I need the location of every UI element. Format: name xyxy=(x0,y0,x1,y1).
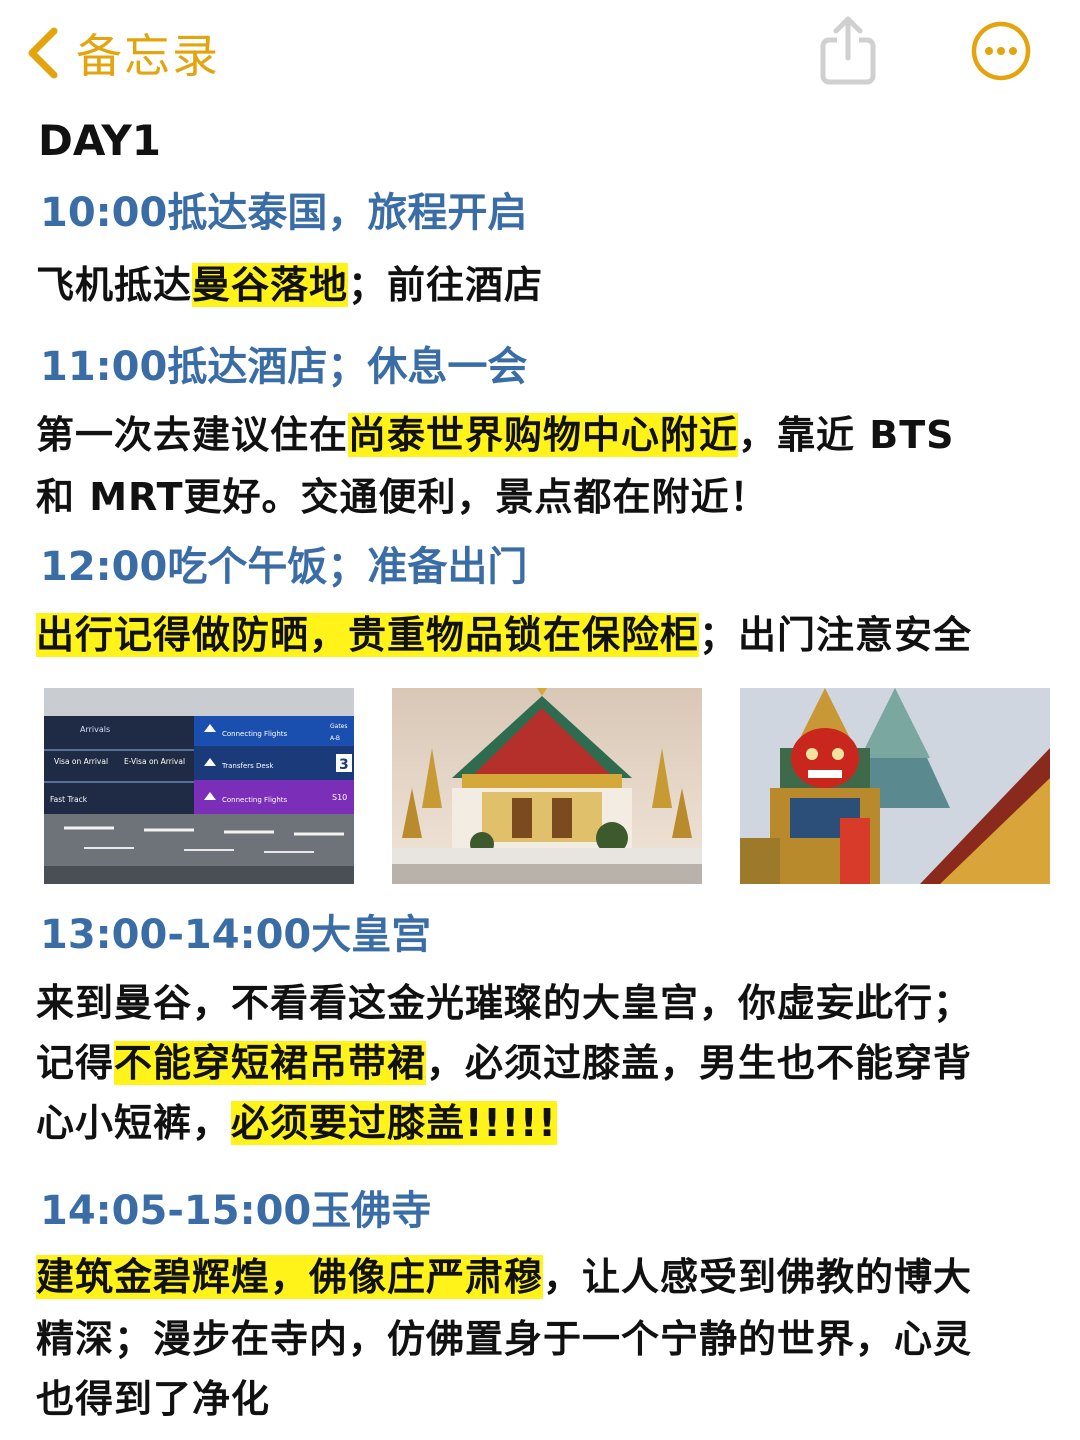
highlight: 出行记得做防晒，贵重物品锁在保险柜 xyxy=(36,613,700,657)
share-icon xyxy=(820,16,876,85)
share-button[interactable] xyxy=(815,14,881,86)
paragraph-4-line-2: 记得不能穿短裙吊带裙，必须过膝盖，男生也不能穿背 xyxy=(36,1032,972,1087)
sign-text: Visa on Arrival xyxy=(54,757,108,766)
paragraph-4-line-1: 来到曼谷，不看看这金光璀璨的大皇宫，你虚妄此行； xyxy=(36,981,973,1025)
paragraph-2-line-2: 和 MRT更好。交通便利，景点都在附近！ xyxy=(36,475,769,519)
sign-text: Transfers Desk xyxy=(221,762,274,770)
paragraph-5-line-2: 精深；漫步在寺内，仿佛置身于一个宁静的世界，心灵 xyxy=(36,1317,973,1361)
paragraph-1: 飞机抵达曼谷落地；前往酒店 xyxy=(36,254,543,309)
sign-text: Fast Track xyxy=(50,795,88,804)
text: ，必须过膝盖，男生也不能穿背 xyxy=(426,1041,973,1085)
nav-bar: 备忘录 xyxy=(0,0,1080,110)
day-heading: DAY1 xyxy=(38,116,161,165)
paragraph-3: 出行记得做防晒，贵重物品锁在保险柜；出门注意安全 xyxy=(36,604,972,659)
text: ，靠近 BTS xyxy=(738,413,955,457)
sign-text: S10 xyxy=(332,793,347,802)
highlight: 建筑金碧辉煌，佛像庄严肃穆 xyxy=(36,1255,544,1299)
paragraph-4-line-3: 心小短裤，必须要过膝盖!!!!! xyxy=(36,1092,557,1147)
text: 飞机抵达 xyxy=(36,263,193,307)
more-icon xyxy=(971,21,1031,81)
highlight: 尚泰世界购物中心附近 xyxy=(348,413,739,457)
paragraph-2-line-1: 第一次去建议住在尚泰世界购物中心附近，靠近 BTS xyxy=(36,404,955,459)
sign-text: Connecting Flights xyxy=(222,730,288,738)
sign-text: Arrivals xyxy=(80,725,110,734)
sign-text: A-B xyxy=(330,735,340,742)
time-heading-3: 12:00吃个午饭；准备出门 xyxy=(40,544,528,590)
back-button[interactable]: 备忘录 xyxy=(22,18,220,88)
text: 第一次去建议住在 xyxy=(36,413,349,457)
grand-palace-photo[interactable] xyxy=(392,688,702,884)
paragraph-5-line-3: 也得到了净化 xyxy=(36,1377,271,1421)
text: ；出门注意安全 xyxy=(699,613,973,657)
highlight: 必须要过膝盖!!!!! xyxy=(231,1101,557,1145)
airport-sign-photo[interactable]: Arrivals Visa on Arrival E-Visa on Arriv… xyxy=(44,688,354,884)
text: ；前往酒店 xyxy=(348,263,544,307)
text: ，让人感受到佛教的博大 xyxy=(543,1255,973,1299)
sign-text: Gates xyxy=(330,723,348,730)
time-heading-5: 14:05-15:00玉佛寺 xyxy=(40,1188,432,1234)
time-heading-2: 11:00抵达酒店；休息一会 xyxy=(40,344,528,390)
chevron-left-icon xyxy=(28,27,58,79)
sign-text: Connecting Flights xyxy=(222,796,288,804)
sign-text: 3 xyxy=(339,757,349,773)
more-button[interactable] xyxy=(970,20,1032,82)
highlight: 不能穿短裙吊带裙 xyxy=(114,1041,427,1085)
photo-row: Arrivals Visa on Arrival E-Visa on Arriv… xyxy=(44,688,1054,886)
back-label: 备忘录 xyxy=(76,29,220,83)
highlight: 曼谷落地 xyxy=(192,263,349,307)
text: 心小短裤， xyxy=(36,1101,232,1145)
time-heading-1: 10:00抵达泰国，旅程开启 xyxy=(40,190,528,236)
sign-text: E-Visa on Arrival xyxy=(124,757,185,766)
paragraph-5-line-1: 建筑金碧辉煌，佛像庄严肃穆，让人感受到佛教的博大 xyxy=(36,1246,972,1301)
temple-guardian-photo[interactable] xyxy=(740,688,1050,884)
text: 记得 xyxy=(36,1041,115,1085)
time-heading-4: 13:00-14:00大皇宫 xyxy=(40,912,432,958)
